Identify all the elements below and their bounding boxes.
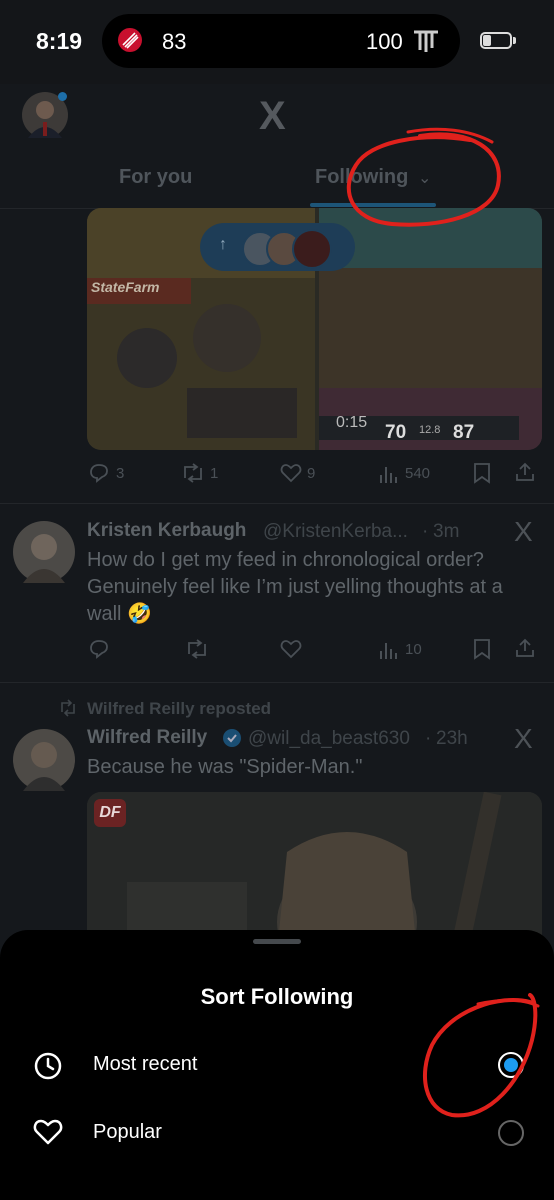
shot-clock: 12.8 <box>419 424 441 436</box>
score-a: 70 <box>385 422 407 443</box>
post-divider <box>0 682 554 683</box>
repost-icon[interactable] <box>184 638 210 665</box>
repost-icon[interactable] <box>180 462 206 489</box>
repost-count: 1 <box>210 465 219 482</box>
option-label-most-recent: Most recent <box>93 1053 198 1075</box>
post-author-name[interactable]: Kristen Kerbaugh <box>87 520 246 542</box>
game-clock: 0:15 <box>336 414 368 431</box>
pill-avatar-3 <box>292 229 332 269</box>
views-icon[interactable] <box>377 639 399 666</box>
share-icon[interactable] <box>514 637 536 664</box>
post-author-avatar[interactable] <box>13 521 75 583</box>
post-text: How do I get my feed in chronological or… <box>87 549 503 625</box>
team-right-logo-icon <box>410 24 442 61</box>
bookmark-icon[interactable] <box>472 462 492 489</box>
media-banner-text: StateFarm <box>91 279 160 295</box>
post-time: 23h <box>436 728 468 749</box>
reply-icon[interactable] <box>88 638 110 665</box>
post-time-separator: · <box>425 728 432 749</box>
option-label-popular: Popular <box>93 1121 162 1143</box>
repost-label[interactable]: Wilfred Reilly reposted <box>87 699 271 719</box>
views-count: 540 <box>405 465 431 482</box>
share-icon[interactable] <box>514 461 536 488</box>
battery-tip <box>513 37 516 44</box>
status-time: 8:19 <box>36 28 83 54</box>
post-divider <box>0 503 554 504</box>
chevron-down-icon[interactable]: ⌄ <box>418 168 431 188</box>
score-left: 83 <box>162 29 187 54</box>
post-text: Because he was "Spider-Man." <box>87 756 363 778</box>
reply-count: 3 <box>116 465 125 482</box>
sort-option-popular[interactable] <box>0 1104 554 1162</box>
tab-active-indicator <box>310 203 436 207</box>
like-icon[interactable] <box>280 462 302 489</box>
bookmark-icon[interactable] <box>472 638 492 665</box>
post-author-name[interactable]: Wilfred Reilly <box>87 727 207 749</box>
x-badge-icon: X <box>514 723 533 754</box>
sheet-title: Sort Following <box>200 984 354 1009</box>
post-time-separator: · <box>422 521 429 542</box>
heart-icon <box>33 1118 63 1151</box>
radio-popular[interactable] <box>498 1120 524 1146</box>
arrow-up-icon: ↑ <box>219 236 227 253</box>
views-count: 10 <box>405 641 422 658</box>
x-logo-icon: X <box>259 94 286 138</box>
sheet-drag-handle[interactable] <box>253 939 301 944</box>
post-time: 3m <box>433 521 460 542</box>
reply-icon[interactable] <box>88 462 110 489</box>
clock-icon <box>33 1051 63 1086</box>
post-author-handle[interactable]: @KristenKerba... <box>263 521 408 543</box>
live-activity-island[interactable] <box>102 14 460 68</box>
views-icon[interactable] <box>377 463 399 490</box>
team-left-logo-icon <box>118 28 142 52</box>
repost-small-icon <box>58 699 78 722</box>
sort-option-most-recent[interactable] <box>0 1036 554 1094</box>
post-media-image[interactable] <box>87 792 542 952</box>
like-count: 9 <box>307 465 316 482</box>
verified-badge-icon <box>222 728 242 753</box>
battery-level <box>483 35 491 46</box>
post-author-avatar[interactable] <box>13 729 75 791</box>
media-badge-logo: DF <box>94 799 126 827</box>
like-icon[interactable] <box>280 638 302 665</box>
tab-following[interactable]: Following <box>315 166 408 189</box>
x-badge-icon: X <box>514 516 533 547</box>
radio-selected-dot <box>504 1058 518 1072</box>
tab-for-you[interactable]: For you <box>119 166 192 189</box>
post-author-handle[interactable]: @wil_da_beast630 <box>248 728 410 750</box>
notification-dot <box>58 92 67 101</box>
score-right: 100 <box>366 29 403 54</box>
score-b: 87 <box>453 422 475 443</box>
